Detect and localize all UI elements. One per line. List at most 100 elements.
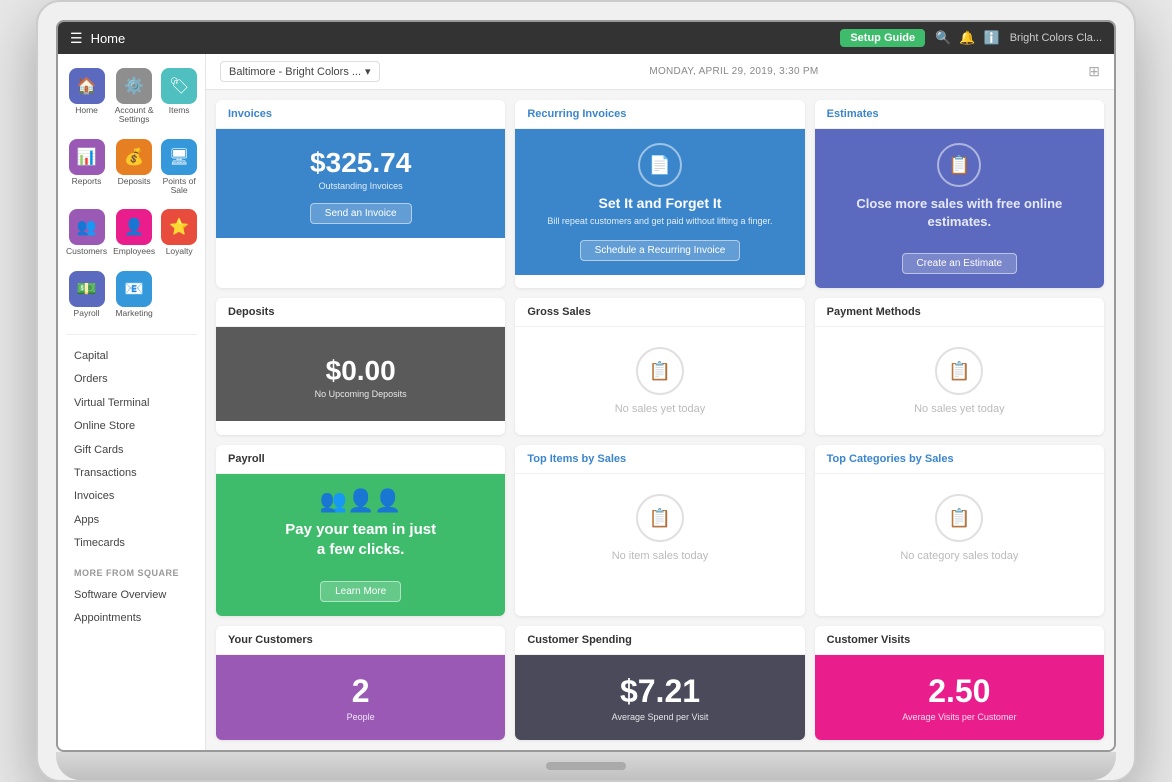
sidebar-item-account[interactable]: ⚙️ Account & Settings xyxy=(111,62,157,131)
deposits-icon-box: 💰 xyxy=(116,139,152,175)
estimates-desc: Close more sales with free online estima… xyxy=(827,195,1092,231)
top-categories-card: Top Categories by Sales 📋 No category sa… xyxy=(815,445,1104,616)
payroll-icon-box: 💵 xyxy=(69,271,105,307)
estimates-body: 📋 Close more sales with free online esti… xyxy=(815,129,1104,288)
sidebar-nav-virtual-terminal[interactable]: Virtual Terminal xyxy=(74,392,189,415)
sidebar-label-loyalty: Loyalty xyxy=(166,247,193,256)
send-invoice-button[interactable]: Send an Invoice xyxy=(310,203,412,224)
recurring-icon-circle: 📄 xyxy=(638,143,682,187)
loyalty-icon-box: ⭐ xyxy=(161,209,197,245)
laptop-notch xyxy=(546,762,626,770)
gross-sales-card: Gross Sales 📋 No sales yet today xyxy=(515,298,804,435)
recurring-invoices-card: Recurring Invoices 📄 Set It and Forget I… xyxy=(515,100,804,288)
payment-methods-icon: 📋 xyxy=(935,347,983,395)
top-items-card: Top Items by Sales 📋 No item sales today xyxy=(515,445,804,616)
gross-sales-empty-text: No sales yet today xyxy=(527,403,792,415)
estimates-header: Estimates xyxy=(815,100,1104,129)
top-bar-left: ☰ Home xyxy=(70,30,125,47)
employees-icon-box: 👤 xyxy=(116,209,152,245)
recurring-invoices-header: Recurring Invoices xyxy=(515,100,804,129)
invoices-card: Invoices $325.74 Outstanding Invoices Se… xyxy=(216,100,505,288)
sidebar-label-deposits: Deposits xyxy=(118,177,151,186)
search-icon[interactable]: 🔍 xyxy=(935,30,951,46)
top-bar-right: Setup Guide 🔍 🔔 ℹ️ Bright Colors Cla... xyxy=(840,29,1102,47)
date-display: Monday, April 29, 2019, 3:30 PM xyxy=(649,66,818,77)
customer-visits-subtitle: Average Visits per Customer xyxy=(827,712,1092,722)
customer-spending-amount: $7.21 xyxy=(527,673,792,710)
sidebar-nav-software-overview[interactable]: Software Overview xyxy=(74,584,189,607)
sidebar-nav-appointments[interactable]: Appointments xyxy=(74,607,189,630)
customer-spending-header: Customer Spending xyxy=(515,626,804,655)
payroll-text: Pay your team in justa few clicks. xyxy=(228,520,493,559)
sidebar-item-loyalty[interactable]: ⭐ Loyalty xyxy=(159,203,199,262)
sidebar-item-marketing[interactable]: 📧 Marketing xyxy=(111,265,157,324)
sidebar-item-items[interactable]: 🏷 Items xyxy=(159,62,199,131)
payment-methods-card: Payment Methods 📋 No sales yet today xyxy=(815,298,1104,435)
content-area: Baltimore - Bright Colors ... ▾ Monday, … xyxy=(206,54,1114,750)
sidebar-nav-apps[interactable]: Apps xyxy=(74,509,189,532)
customers-icon-box: 👥 xyxy=(69,209,105,245)
sidebar-nav-online-store[interactable]: Online Store xyxy=(74,415,189,438)
payroll-header: Payroll xyxy=(216,445,505,474)
top-bar: ☰ Home Setup Guide 🔍 🔔 ℹ️ Bright Colors … xyxy=(58,22,1114,54)
top-categories-body: 📋 No category sales today xyxy=(815,474,1104,582)
estimates-icon-circle: 📋 xyxy=(937,143,981,187)
schedule-recurring-button[interactable]: Schedule a Recurring Invoice xyxy=(580,240,741,261)
recurring-desc: Bill repeat customers and get paid witho… xyxy=(527,215,792,228)
sidebar-item-payroll[interactable]: 💵 Payroll xyxy=(64,265,109,324)
top-items-icon: 📋 xyxy=(636,494,684,542)
sidebar-more-nav: Software Overview Appointments xyxy=(58,580,205,635)
sidebar-item-pos[interactable]: 🖥 Points of Sale xyxy=(159,133,199,202)
invoices-subtitle: Outstanding Invoices xyxy=(228,181,493,191)
payment-methods-body: 📋 No sales yet today xyxy=(815,327,1104,435)
sidebar-item-reports[interactable]: 📊 Reports xyxy=(64,133,109,202)
create-estimate-button[interactable]: Create an Estimate xyxy=(902,253,1018,274)
your-customers-amount: 2 xyxy=(228,673,493,710)
sidebar-item-employees[interactable]: 👤 Employees xyxy=(111,203,157,262)
payroll-body: 👥👤👤 Pay your team in justa few clicks. L… xyxy=(216,474,505,616)
location-text: Baltimore - Bright Colors ... xyxy=(229,66,361,78)
sidebar-nav-orders[interactable]: Orders xyxy=(74,368,189,391)
top-categories-icon: 📋 xyxy=(935,494,983,542)
customer-spending-card: Customer Spending $7.21 Average Spend pe… xyxy=(515,626,804,740)
payment-methods-empty-text: No sales yet today xyxy=(827,403,1092,415)
home-icon-box: 🏠 xyxy=(69,68,105,104)
recurring-invoices-body: 📄 Set It and Forget It Bill repeat custo… xyxy=(515,129,804,275)
deposits-subtitle: No Upcoming Deposits xyxy=(228,389,493,399)
sidebar-nav-transactions[interactable]: Transactions xyxy=(74,462,189,485)
sidebar-nav-gift-cards[interactable]: Gift Cards xyxy=(74,439,189,462)
payroll-card: Payroll 👥👤👤 Pay your team in justa few c… xyxy=(216,445,505,616)
sidebar-item-home[interactable]: 🏠 Home xyxy=(64,62,109,131)
top-items-empty-text: No item sales today xyxy=(527,550,792,562)
grid-icon[interactable]: ⊞ xyxy=(1088,63,1100,80)
your-customers-header: Your Customers xyxy=(216,626,505,655)
account-icon-box: ⚙️ xyxy=(116,68,152,104)
top-bar-user: Bright Colors Cla... xyxy=(1010,32,1102,44)
deposits-header: Deposits xyxy=(216,298,505,327)
location-selector[interactable]: Baltimore - Bright Colors ... ▾ xyxy=(220,61,380,82)
top-items-header: Top Items by Sales xyxy=(515,445,804,474)
your-customers-card: Your Customers 2 People xyxy=(216,626,505,740)
sidebar-item-deposits[interactable]: 💰 Deposits xyxy=(111,133,157,202)
customer-visits-header: Customer Visits xyxy=(815,626,1104,655)
your-customers-subtitle: People xyxy=(228,712,493,722)
hamburger-icon[interactable]: ☰ xyxy=(70,30,83,47)
laptop-base xyxy=(56,752,1116,780)
payroll-learn-more-button[interactable]: Learn More xyxy=(320,581,401,602)
sidebar-nav-capital[interactable]: Capital xyxy=(74,345,189,368)
sidebar-label-account: Account & Settings xyxy=(113,106,155,125)
deposits-amount: $0.00 xyxy=(228,355,493,387)
estimates-card: Estimates 📋 Close more sales with free o… xyxy=(815,100,1104,288)
sidebar-nav-invoices[interactable]: Invoices xyxy=(74,485,189,508)
your-customers-body: 2 People xyxy=(216,655,505,740)
setup-guide-button[interactable]: Setup Guide xyxy=(840,29,925,47)
sidebar-item-customers[interactable]: 👥 Customers xyxy=(64,203,109,262)
gross-sales-icon: 📋 xyxy=(636,347,684,395)
pos-icon-box: 🖥 xyxy=(161,139,197,175)
sidebar-label-marketing: Marketing xyxy=(115,309,152,318)
top-items-body: 📋 No item sales today xyxy=(515,474,804,582)
sidebar-nav-timecards[interactable]: Timecards xyxy=(74,532,189,555)
info-icon[interactable]: ℹ️ xyxy=(984,30,1000,46)
bell-icon[interactable]: 🔔 xyxy=(959,30,975,46)
sidebar-label-payroll: Payroll xyxy=(74,309,100,318)
